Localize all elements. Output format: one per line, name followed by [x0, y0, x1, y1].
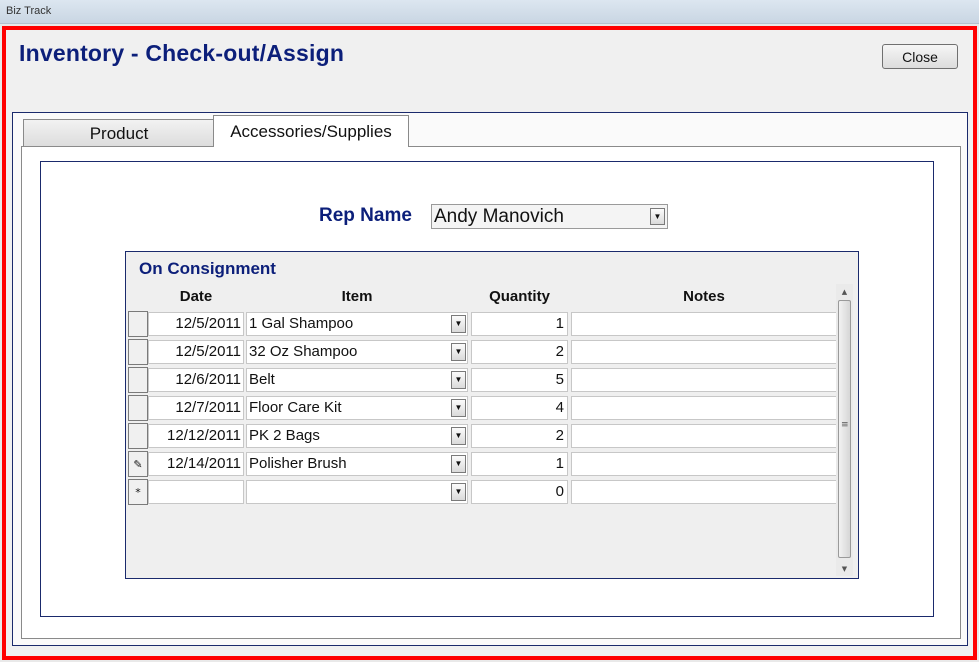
quantity-field[interactable]: 2	[471, 340, 568, 364]
date-field[interactable]: 12/12/2011	[148, 424, 244, 448]
rep-name-value: Andy Manovich	[434, 206, 564, 227]
table-row: 12/5/2011 32 Oz Shampoo ▼ 2	[128, 339, 837, 367]
arrow-up-icon[interactable]: ▲	[836, 284, 853, 299]
notes-field[interactable]	[571, 312, 837, 336]
consignment-title: On Consignment	[139, 259, 276, 278]
record-selector[interactable]	[128, 339, 148, 365]
quantity-field[interactable]: 5	[471, 368, 568, 392]
rep-name-label: Rep Name	[319, 205, 412, 226]
item-combobox[interactable]: ▼	[246, 480, 468, 504]
date-field[interactable]	[148, 480, 244, 504]
table-row: * ▼ 0	[128, 479, 837, 507]
tab-container: Product Accessories/Supplies Rep Name An…	[12, 112, 968, 646]
record-selector[interactable]	[128, 367, 148, 393]
form-frame: Inventory - Check-out/Assign Close Produ…	[2, 26, 977, 660]
quantity-field[interactable]: 4	[471, 396, 568, 420]
notes-field[interactable]	[571, 452, 837, 476]
column-header-quantity: Quantity	[489, 288, 550, 305]
item-value: Floor Care Kit	[249, 399, 342, 416]
chevron-down-icon[interactable]: ▼	[451, 455, 466, 473]
rep-name-select[interactable]: Andy Manovich ▼	[431, 204, 668, 229]
quantity-field[interactable]: 0	[471, 480, 568, 504]
chevron-down-icon[interactable]: ▼	[451, 399, 466, 417]
table-row: ✎ 12/14/2011 Polisher Brush ▼ 1	[128, 451, 837, 479]
notes-field[interactable]	[571, 424, 837, 448]
scrollbar-thumb[interactable]: ≡	[838, 300, 851, 558]
grip-icon: ≡	[841, 420, 849, 430]
chevron-down-icon[interactable]: ▼	[451, 315, 466, 333]
date-field[interactable]: 12/6/2011	[148, 368, 244, 392]
record-selector[interactable]	[128, 311, 148, 337]
item-combobox[interactable]: 32 Oz Shampoo ▼	[246, 340, 468, 364]
date-field[interactable]: 12/7/2011	[148, 396, 244, 420]
item-value: 32 Oz Shampoo	[249, 343, 358, 360]
record-selector[interactable]	[128, 395, 148, 421]
notes-field[interactable]	[571, 480, 837, 504]
window-titlebar: Biz Track	[0, 0, 979, 24]
column-header-item: Item	[341, 288, 373, 305]
quantity-field[interactable]: 2	[471, 424, 568, 448]
arrow-down-icon[interactable]: ▼	[836, 561, 853, 576]
tab-product[interactable]: Product	[23, 119, 215, 147]
date-field[interactable]: 12/14/2011	[148, 452, 244, 476]
item-combobox[interactable]: Polisher Brush ▼	[246, 452, 468, 476]
record-selector-glyph: ✎	[133, 457, 143, 471]
tab-page-accessories: Rep Name Andy Manovich ▼ On Consignment …	[21, 146, 961, 639]
chevron-down-icon[interactable]: ▼	[451, 427, 466, 445]
consignment-subform: On Consignment Date Item Quantity Notes …	[125, 251, 859, 579]
item-value: Polisher Brush	[249, 455, 347, 472]
page-title: Inventory - Check-out/Assign	[19, 40, 345, 66]
item-value: Belt	[249, 371, 275, 388]
record-selector[interactable]: ✎	[128, 451, 148, 477]
item-combobox[interactable]: PK 2 Bags ▼	[246, 424, 468, 448]
chevron-down-icon[interactable]: ▼	[451, 371, 466, 389]
record-selector[interactable]: *	[128, 479, 148, 505]
item-combobox[interactable]: Belt ▼	[246, 368, 468, 392]
assign-panel: Rep Name Andy Manovich ▼ On Consignment …	[40, 161, 934, 617]
table-row: 12/5/2011 1 Gal Shampoo ▼ 1	[128, 311, 837, 339]
column-header-date: Date	[179, 288, 213, 305]
chevron-down-icon[interactable]: ▼	[451, 483, 466, 501]
item-value: PK 2 Bags	[249, 427, 320, 444]
tab-accessories-supplies[interactable]: Accessories/Supplies	[213, 115, 409, 147]
chevron-down-icon[interactable]: ▼	[650, 208, 665, 225]
date-field[interactable]: 12/5/2011	[148, 340, 244, 364]
close-button[interactable]: Close	[882, 44, 958, 69]
table-row: 12/6/2011 Belt ▼ 5	[128, 367, 837, 395]
table-row: 12/7/2011 Floor Care Kit ▼ 4	[128, 395, 837, 423]
window-title: Biz Track	[6, 5, 52, 17]
record-selector[interactable]	[128, 423, 148, 449]
date-field[interactable]: 12/5/2011	[148, 312, 244, 336]
item-combobox[interactable]: Floor Care Kit ▼	[246, 396, 468, 420]
notes-field[interactable]	[571, 340, 837, 364]
item-value: 1 Gal Shampoo	[249, 315, 354, 332]
notes-field[interactable]	[571, 396, 837, 420]
vertical-scrollbar[interactable]: ▲ ≡ ▼	[836, 284, 853, 576]
chevron-down-icon[interactable]: ▼	[451, 343, 466, 361]
table-row: 12/12/2011 PK 2 Bags ▼ 2	[128, 423, 837, 451]
record-selector-glyph: *	[135, 485, 141, 499]
item-combobox[interactable]: 1 Gal Shampoo ▼	[246, 312, 468, 336]
quantity-field[interactable]: 1	[471, 452, 568, 476]
notes-field[interactable]	[571, 368, 837, 392]
column-header-notes: Notes	[683, 288, 725, 305]
quantity-field[interactable]: 1	[471, 312, 568, 336]
